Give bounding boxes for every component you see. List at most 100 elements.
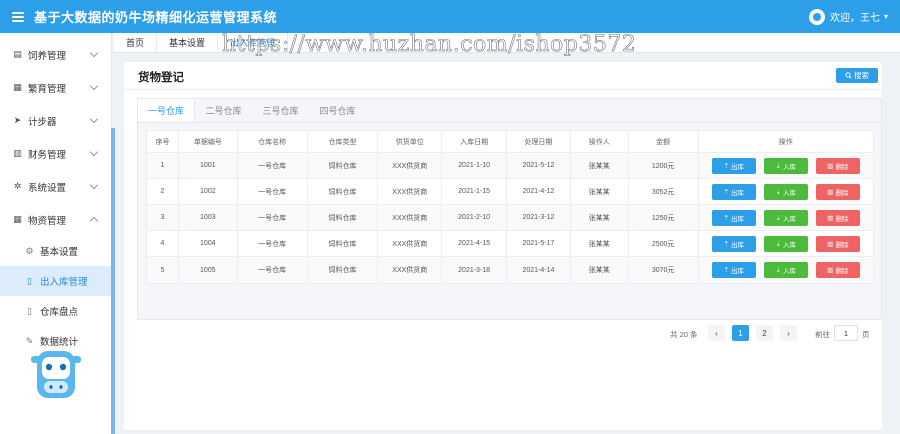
tab-warehouse-1[interactable]: 一号仓库 [138, 99, 195, 122]
sidebar-subitem-label: 出入库管理 [40, 277, 88, 288]
column-header: 处理日期 [507, 131, 571, 152]
delete-button[interactable]: ▥ 删除 [815, 183, 860, 200]
page-2-button[interactable]: 2 [756, 325, 773, 341]
stock-out-button[interactable]: ⇡ 出库 [711, 183, 756, 200]
table-cell: 3070元 [629, 257, 699, 283]
table-cell: 3 [147, 205, 179, 230]
column-header: 操作 [778, 138, 793, 146]
user-menu[interactable]: 欢迎，王七 ▾ [808, 0, 888, 33]
gear-icon: ⚙ [25, 245, 34, 256]
table-cell: 1005 [179, 257, 238, 283]
table-cell: 1003 [179, 205, 238, 230]
table-cell: 1 [147, 153, 179, 178]
delete-button[interactable]: ▥ 删除 [815, 235, 860, 252]
table-cell: 张某某 [571, 153, 629, 178]
chevron-down-icon [89, 81, 99, 91]
column-header: 序号 [147, 131, 179, 152]
table-cell: 1004 [179, 231, 238, 256]
sidebar-subitem-label: 数据统计 [40, 337, 79, 348]
menu-icon[interactable] [12, 11, 24, 22]
breadcrumb-inout-management[interactable]: 出入库管理 [218, 33, 289, 52]
row-actions: ⇡ 出库 ⇣ 入库 ▥ 删除 [699, 205, 874, 230]
table-cell: 2021-3-18 [442, 257, 508, 283]
table-cell: 饲料仓库 [308, 257, 379, 283]
tab-warehouse-2[interactable]: 二号仓库 [195, 99, 252, 122]
sidebar-item-materials[interactable]: ▦ 物资管理 [0, 203, 111, 236]
sidebar-item-system-settings[interactable]: ✲ 系统设置 [0, 170, 111, 203]
avatar[interactable] [808, 8, 825, 25]
stock-out-button[interactable]: ⇡ 出库 [711, 262, 756, 278]
stock-out-button[interactable]: ⇡ 出库 [711, 209, 756, 226]
upload-icon: ⇡ [723, 267, 729, 274]
upload-icon: ⇡ [723, 162, 729, 170]
sidebar-item-label: 系统设置 [28, 182, 67, 194]
prev-page-button[interactable]: ‹ [708, 325, 725, 341]
delete-button[interactable]: ▥ 删除 [815, 262, 860, 278]
row-actions: ⇡ 出库 ⇣ 入库 ▥ 删除 [699, 231, 874, 256]
warehouse-tabs-panel: 一号仓库 二号仓库 三号仓库 四号仓库 序号 单据编号 仓库名称 仓库类型 供货… [137, 98, 882, 320]
upload-icon: ⇡ [723, 188, 729, 196]
stock-in-button[interactable]: ⇣ 入库 [763, 183, 808, 200]
table-row: 4 1004 一号仓库 饲料仓库 XXX供货商 2021-4-15 2021-5… [147, 231, 873, 257]
trash-icon: ▥ [827, 188, 834, 196]
page-jump-input[interactable]: 1 [834, 325, 858, 341]
pagination-total: 共 20 条 [670, 330, 698, 339]
row-actions: ⇡ 出库 ⇣ 入库 ▥ 删除 [699, 153, 874, 178]
breadcrumb-basic-settings[interactable]: 基本设置 [157, 33, 219, 52]
sidebar-item-feeding[interactable]: ▤ 饲养管理 [0, 38, 111, 71]
chevron-down-icon: ▾ [883, 12, 888, 21]
stock-in-button[interactable]: ⇣ 入库 [763, 157, 808, 174]
sidebar-subitem-inventory[interactable]: ▯ 仓库盘点 [0, 296, 111, 326]
stock-out-button[interactable]: ⇡ 出库 [711, 235, 756, 252]
next-page-button[interactable]: › [780, 325, 797, 341]
sidebar-item-finance[interactable]: ▥ 财务管理 [0, 137, 111, 170]
goods-register-card: 货物登记 搜索 一号仓库 二号仓库 三号仓库 四号仓库 序号 单据编号 仓库名称… [124, 62, 882, 430]
table-cell: 一号仓库 [238, 231, 308, 256]
card-header: 货物登记 搜索 [124, 62, 882, 90]
table-body: 1 1001 一号仓库 饲料仓库 XXX供货商 2021-1-10 2021-5… [147, 153, 873, 283]
document-icon: ▯ [27, 275, 32, 286]
download-icon: ⇣ [775, 214, 781, 222]
pagination: 共 20 条 ‹ 1 2 › 前往 1 页 [124, 320, 882, 348]
tab-warehouse-3[interactable]: 三号仓库 [252, 99, 309, 122]
breadcrumb-home[interactable]: 首页 [114, 33, 158, 52]
table-cell: 3052元 [629, 179, 699, 204]
table-cell: 一号仓库 [238, 205, 308, 230]
tab-warehouse-4[interactable]: 四号仓库 [309, 99, 366, 122]
stock-in-button[interactable]: ⇣ 入库 [763, 235, 808, 252]
sidebar-scrollbar[interactable] [111, 128, 115, 434]
table-cell: 1002 [179, 179, 238, 204]
stock-in-button[interactable]: ⇣ 入库 [763, 262, 808, 278]
table-cell: 2021-1-15 [442, 179, 508, 204]
table-cell: 2021-3-12 [507, 205, 571, 230]
sidebar-item-pedometer[interactable]: ➤ 计步器 [0, 104, 111, 137]
table-cell: XXX供货商 [378, 205, 443, 230]
sidebar-subitem-basic-settings[interactable]: ⚙ 基本设置 [0, 236, 111, 266]
stock-out-button[interactable]: ⇡ 出库 [711, 157, 756, 174]
table-cell: 一号仓库 [238, 179, 308, 204]
delete-button[interactable]: ▥ 删除 [815, 209, 860, 226]
sidebar-item-label: 繁育管理 [28, 83, 67, 95]
search-icon [845, 72, 852, 79]
delete-button[interactable]: ▥ 删除 [815, 157, 860, 174]
table-cell: 2021-5-17 [507, 231, 571, 256]
column-header: 单据编号 [179, 131, 238, 152]
sidebar-subitem-inout-management[interactable]: ▯ 出入库管理 [0, 266, 111, 296]
search-button[interactable]: 搜索 [836, 68, 878, 83]
trash-icon: ▥ [827, 162, 834, 170]
chevron-up-icon [89, 216, 99, 226]
user-greeting: 欢迎，王七 [829, 13, 880, 24]
table-cell: 饲料仓库 [308, 153, 379, 178]
goto-label: 前往 [815, 330, 830, 339]
top-bar: 基于大数据的奶牛场精细化运营管理系统 欢迎，王七 ▾ [0, 0, 900, 33]
download-icon: ⇣ [775, 267, 781, 274]
cow-mascot-icon [31, 351, 81, 398]
sidebar-item-breeding[interactable]: ▦ 繁育管理 [0, 71, 111, 104]
page-1-button[interactable]: 1 [732, 325, 749, 341]
document-icon: ▯ [27, 305, 32, 316]
table-cell: 一号仓库 [238, 257, 308, 283]
trash-icon: ▥ [827, 267, 834, 274]
table-cell: 5 [147, 257, 179, 283]
stock-in-button[interactable]: ⇣ 入库 [763, 209, 808, 226]
table-cell: 张某某 [571, 257, 629, 283]
